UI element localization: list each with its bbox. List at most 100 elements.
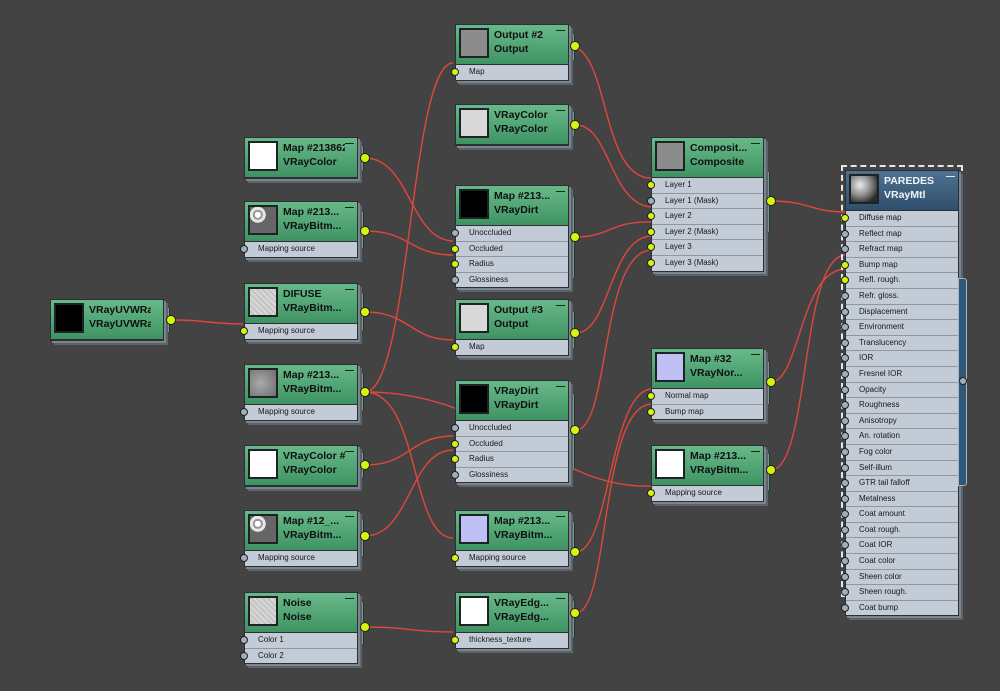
minimize-icon[interactable]: — <box>751 139 760 148</box>
input-slot[interactable]: Layer 2 (Mask) <box>647 225 763 241</box>
socket-icon[interactable] <box>451 260 459 269</box>
socket-icon[interactable] <box>841 572 849 581</box>
socket-icon[interactable] <box>841 291 849 300</box>
output-socket[interactable] <box>959 377 967 385</box>
output-socket[interactable] <box>766 377 776 387</box>
input-slot[interactable]: Roughness <box>841 398 958 414</box>
socket-icon[interactable] <box>841 447 849 456</box>
input-slot[interactable]: Mapping source <box>647 486 763 501</box>
socket-icon[interactable] <box>841 338 849 347</box>
input-slot[interactable]: Opacity <box>841 383 958 399</box>
input-slot[interactable]: Bump map <box>647 405 763 420</box>
node-header[interactable]: Map #32 VRayNor... — <box>652 349 763 389</box>
socket-icon[interactable] <box>841 510 849 519</box>
node-vraynormalmap[interactable]: Map #32 VRayNor... — Normal map Bump map <box>647 348 764 421</box>
node-header[interactable]: Map #213862... VRayColor — <box>245 138 357 178</box>
socket-icon[interactable] <box>647 258 655 267</box>
input-slot[interactable]: An. rotation <box>841 429 958 445</box>
socket-icon[interactable] <box>647 227 655 236</box>
node-header[interactable]: PAREDES VRayMtl — <box>846 171 958 211</box>
node-vrayedgestex[interactable]: VRayEdg... VRayEdg... — thickness_textur… <box>451 592 569 649</box>
socket-icon[interactable] <box>841 307 849 316</box>
input-slot[interactable]: IOR <box>841 351 958 367</box>
minimize-icon[interactable]: — <box>345 139 354 148</box>
output-socket[interactable] <box>570 232 580 242</box>
input-slot[interactable]: Color 1 <box>240 633 357 649</box>
output-socket[interactable] <box>360 153 370 163</box>
input-slot[interactable]: Coat bump <box>841 601 958 616</box>
node-header[interactable]: Map #12_... VRayBitm... — <box>245 511 357 551</box>
input-slot[interactable]: Unoccluded <box>451 226 568 242</box>
node-header[interactable]: VRayColor VRayColor — <box>456 105 568 145</box>
socket-icon[interactable] <box>451 554 459 562</box>
socket-icon[interactable] <box>451 424 459 432</box>
input-slot[interactable]: Coat color <box>841 554 958 570</box>
output-socket[interactable] <box>570 41 580 51</box>
input-slot[interactable]: Refr. gloss. <box>841 289 958 305</box>
socket-icon[interactable] <box>451 275 459 284</box>
input-slot[interactable]: Layer 1 <box>647 178 763 194</box>
socket-icon[interactable] <box>841 369 849 378</box>
node-output-2[interactable]: Output #2 Output — Map <box>451 24 569 81</box>
socket-icon[interactable] <box>841 260 849 269</box>
socket-icon[interactable] <box>451 244 459 253</box>
input-slot[interactable]: Sheen rough. <box>841 585 958 601</box>
node-output-3[interactable]: Output #3 Output — Map <box>451 299 569 356</box>
socket-icon[interactable] <box>841 432 849 441</box>
minimize-icon[interactable]: — <box>556 301 565 310</box>
node-vraycolor[interactable]: VRayColor VRayColor — <box>455 104 569 146</box>
output-socket[interactable] <box>166 315 176 325</box>
socket-icon[interactable] <box>841 525 849 534</box>
minimize-icon[interactable]: — <box>751 447 760 456</box>
socket-icon[interactable] <box>451 343 459 351</box>
socket-icon[interactable] <box>841 479 849 488</box>
node-composite[interactable]: Composit... Composite — Layer 1 Layer 1 … <box>647 137 764 272</box>
input-slot[interactable]: Anisotropy <box>841 414 958 430</box>
socket-icon[interactable] <box>240 408 248 416</box>
node-header[interactable]: Output #2 Output — <box>456 25 568 65</box>
input-slot[interactable]: Occluded <box>451 242 568 258</box>
node-header[interactable]: Output #3 Output — <box>456 300 568 340</box>
socket-icon[interactable] <box>841 557 849 566</box>
input-slot[interactable]: Fresnel IOR <box>841 367 958 383</box>
input-slot[interactable]: Translucency <box>841 336 958 352</box>
socket-icon[interactable] <box>451 636 459 644</box>
input-slot[interactable]: thickness_texture <box>451 633 568 648</box>
output-socket[interactable] <box>570 608 580 618</box>
socket-icon[interactable] <box>647 407 655 416</box>
socket-icon[interactable] <box>841 245 849 254</box>
minimize-icon[interactable]: — <box>751 350 760 359</box>
input-slot[interactable]: Layer 3 (Mask) <box>647 256 763 271</box>
input-slot[interactable]: Bump map <box>841 258 958 274</box>
input-slot[interactable]: Map <box>451 340 568 355</box>
material-output-tab[interactable] <box>958 278 967 486</box>
node-header[interactable]: VRayEdg... VRayEdg... — <box>456 593 568 633</box>
input-slot[interactable]: Fog color <box>841 445 958 461</box>
socket-icon[interactable] <box>841 229 849 238</box>
minimize-icon[interactable]: — <box>345 366 354 375</box>
minimize-icon[interactable]: — <box>556 106 565 115</box>
socket-icon[interactable] <box>841 323 849 332</box>
socket-icon[interactable] <box>841 214 849 222</box>
minimize-icon[interactable]: — <box>345 512 354 521</box>
node-difuse[interactable]: DIFUSE VRayBitm... — Mapping source <box>240 283 358 340</box>
socket-icon[interactable] <box>451 439 459 448</box>
node-header[interactable]: DIFUSE VRayBitm... — <box>245 284 357 324</box>
input-slot[interactable]: Mapping source <box>451 551 568 566</box>
input-slot[interactable]: Layer 1 (Mask) <box>647 194 763 210</box>
socket-icon[interactable] <box>240 651 248 660</box>
output-socket[interactable] <box>570 328 580 338</box>
output-socket[interactable] <box>570 425 580 435</box>
output-socket[interactable] <box>766 465 776 475</box>
node-header[interactable]: Map #213... VRayBitm... — <box>245 365 357 405</box>
node-header[interactable]: VRayUVWRa... VRayUVWRa... <box>51 300 163 340</box>
node-header[interactable]: Map #213... VRayDirt — <box>456 186 568 226</box>
node-material-paredes[interactable]: PAREDES VRayMtl — Diffuse map Reflect ma… <box>841 170 959 617</box>
socket-icon[interactable] <box>841 416 849 425</box>
socket-icon[interactable] <box>841 401 849 410</box>
socket-icon[interactable] <box>841 463 849 472</box>
socket-icon[interactable] <box>647 243 655 252</box>
minimize-icon[interactable]: — <box>556 594 565 603</box>
node-header[interactable]: VRayDirt VRayDirt — <box>456 381 568 421</box>
input-slot[interactable]: Self-illum <box>841 461 958 477</box>
